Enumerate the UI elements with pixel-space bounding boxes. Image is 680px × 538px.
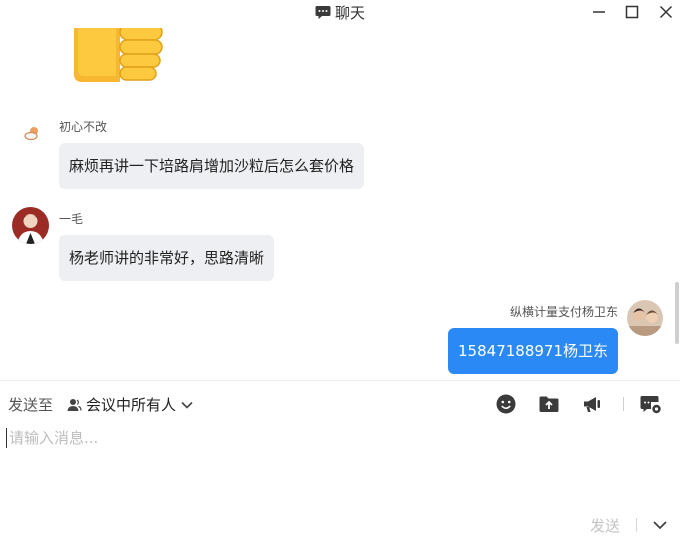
chat-settings-icon[interactable]: [639, 392, 663, 416]
chat-bubble-icon: [315, 6, 331, 19]
close-icon[interactable]: [656, 3, 676, 21]
message-bubble[interactable]: 15847188971杨卫东: [448, 328, 618, 374]
person-avatar-icon: [12, 207, 49, 244]
send-to-label: 发送至: [8, 396, 54, 414]
folder-upload-icon[interactable]: [537, 392, 561, 416]
recipient-label: 会议中所有人: [86, 396, 177, 414]
emoji-icon[interactable]: [494, 392, 518, 416]
message-bubble[interactable]: 杨老师讲的非常好，思路清晰: [59, 235, 275, 281]
message-list[interactable]: 初心不改 麻烦再讲一下培路肩增加沙粒后怎么套价格 一毛 杨老师讲的非常好，思路清…: [0, 24, 680, 380]
compose-toolbar: 发送至 会议中所有人: [0, 388, 680, 420]
couple-photo-avatar-icon: [627, 300, 663, 336]
thumbs-up-sticker: [74, 28, 163, 82]
maximize-icon[interactable]: [622, 3, 642, 21]
message-input[interactable]: [6, 428, 677, 448]
person-icon: [67, 398, 82, 411]
scrollbar[interactable]: [675, 282, 679, 344]
send-separator: [636, 518, 637, 532]
minimize-icon[interactable]: [589, 3, 609, 21]
send-row: 发送: [0, 512, 680, 538]
avatar[interactable]: [22, 124, 42, 144]
chevron-down-icon[interactable]: [651, 517, 669, 533]
chevron-down-icon: [181, 401, 193, 409]
avatar[interactable]: [12, 207, 49, 244]
sender-name: 纵横计量支付杨卫东: [509, 305, 618, 319]
recipient-dropdown[interactable]: 会议中所有人: [66, 394, 194, 415]
cloud-sun-avatar-icon: [22, 124, 42, 144]
toolbar-separator: [623, 397, 624, 411]
window-title-text: 聊天: [334, 4, 365, 22]
title-bar: 聊天: [0, 0, 680, 24]
message-bubble[interactable]: 麻烦再讲一下培路肩增加沙粒后怎么套价格: [59, 143, 365, 189]
avatar[interactable]: [627, 300, 663, 336]
sender-name: 初心不改: [59, 120, 108, 134]
message-input-area[interactable]: [6, 428, 677, 508]
send-button[interactable]: 发送: [590, 515, 620, 536]
sender-name: 一毛: [59, 212, 84, 226]
window-title: 聊天: [0, 2, 680, 23]
compose-divider: [0, 380, 680, 381]
announcement-icon[interactable]: [581, 392, 605, 416]
